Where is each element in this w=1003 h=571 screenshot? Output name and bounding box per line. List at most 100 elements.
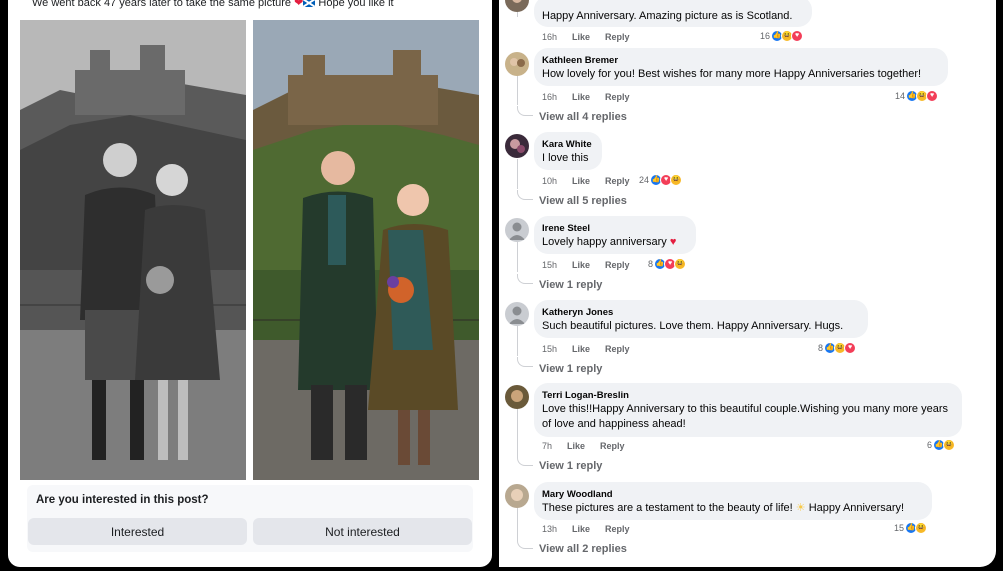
- comment-time[interactable]: 13h: [542, 524, 557, 534]
- not-interested-button[interactable]: Not interested: [253, 518, 472, 545]
- default-avatar-icon[interactable]: [505, 218, 529, 242]
- like-link[interactable]: Like: [572, 524, 590, 534]
- post-caption: We went back 47 years later to take the …: [32, 0, 394, 9]
- reaction-summary[interactable]: 24 👍 ♥ 😆: [639, 174, 683, 186]
- comment-time[interactable]: 15h: [542, 344, 557, 354]
- scotland-flag-icon: [303, 0, 316, 8]
- interest-survey: Are you interested in this post? Interes…: [27, 485, 473, 552]
- reaction-summary[interactable]: 14 👍 😆 ♥: [895, 90, 939, 102]
- reply-link[interactable]: Reply: [605, 32, 630, 42]
- reply-link[interactable]: Reply: [605, 344, 630, 354]
- avatar[interactable]: [505, 484, 529, 508]
- like-link[interactable]: Like: [567, 441, 585, 451]
- reaction-summary[interactable]: 8 👍 😆 ♥: [818, 342, 857, 354]
- heart-emoji: ❤: [294, 0, 304, 9]
- reaction-summary[interactable]: 16 👍 😆 ♥: [760, 30, 804, 42]
- haha-icon: 😆: [674, 258, 687, 270]
- avatar[interactable]: [505, 52, 529, 76]
- comment-author[interactable]: Terri Logan-Breslin: [542, 390, 954, 402]
- like-link[interactable]: Like: [572, 344, 590, 354]
- view-replies-link[interactable]: View all 2 replies: [539, 543, 627, 555]
- comment-time[interactable]: 15h: [542, 260, 557, 270]
- comment-bubble: Terri Logan-Breslin Love this!!Happy Ann…: [534, 383, 962, 437]
- comment-time[interactable]: 7h: [542, 441, 552, 451]
- like-link[interactable]: Like: [572, 92, 590, 102]
- comment-author[interactable]: Katheryn Jones: [542, 307, 860, 319]
- reaction-count: 14: [895, 91, 906, 101]
- sun-emoji: ☀: [795, 502, 806, 514]
- comment-bubble: Kara White I love this: [534, 132, 602, 170]
- view-replies-link[interactable]: View 1 reply: [539, 363, 602, 375]
- comment-text: These pictures are a testament to the be…: [542, 501, 924, 516]
- reaction-summary[interactable]: 15 👍 😆: [894, 522, 928, 534]
- comment-meta: 15h Like Reply: [542, 260, 630, 270]
- post-caption-text: We went back 47 years later to take the …: [32, 0, 292, 9]
- avatar[interactable]: [505, 385, 529, 409]
- comment-meta: 10h Like Reply: [542, 176, 630, 186]
- thread-line: [517, 75, 518, 105]
- heart-emoji: ♥: [669, 236, 677, 248]
- comment-meta: 16h Like Reply: [542, 32, 630, 42]
- post-panel: We went back 47 years later to take the …: [8, 0, 492, 567]
- view-replies-link[interactable]: View 1 reply: [539, 460, 602, 472]
- thread-connector: [517, 106, 533, 116]
- comment-text: Such beautiful pictures. Love them. Happ…: [542, 320, 844, 332]
- photo-before[interactable]: [20, 20, 246, 480]
- comment-text: Love this!!Happy Anniversary to this bea…: [542, 403, 948, 430]
- comment-bubble: Happy Anniversary. Amazing picture as is…: [534, 0, 812, 27]
- reaction-summary[interactable]: 8 👍 ♥ 😆: [648, 258, 687, 270]
- comment-meta: 16h Like Reply: [542, 92, 630, 102]
- reaction-summary[interactable]: 6 👍 😆: [927, 439, 956, 451]
- reaction-count: 8: [818, 343, 824, 353]
- comment-author[interactable]: Kara White: [542, 139, 594, 151]
- like-link[interactable]: Like: [572, 32, 590, 42]
- comments-panel: Happy Anniversary. Amazing picture as is…: [499, 0, 996, 567]
- comment-author[interactable]: Irene Steel: [542, 223, 688, 235]
- love-icon: ♥: [844, 342, 857, 354]
- thread-connector: [517, 190, 533, 200]
- like-link[interactable]: Like: [572, 260, 590, 270]
- post-caption-tail: Hope you like it: [318, 0, 394, 9]
- comment-time[interactable]: 10h: [542, 176, 557, 186]
- thread-connector: [517, 274, 533, 284]
- thread-line: [517, 326, 518, 356]
- comment-meta: 13h Like Reply: [542, 524, 630, 534]
- default-avatar-icon[interactable]: [505, 302, 529, 326]
- thread-connector: [517, 357, 533, 367]
- comment-text: Lovely happy anniversary ♥: [542, 235, 688, 250]
- comment-author[interactable]: Kathleen Bremer: [542, 55, 940, 67]
- view-replies-link[interactable]: View 1 reply: [539, 279, 602, 291]
- reaction-count: 24: [639, 175, 650, 185]
- like-link[interactable]: Like: [572, 176, 590, 186]
- avatar[interactable]: [505, 134, 529, 158]
- comment-text-body: These pictures are a testament to the be…: [542, 502, 793, 514]
- comment-author[interactable]: Mary Woodland: [542, 489, 924, 501]
- love-icon: ♥: [926, 90, 939, 102]
- photo-after[interactable]: [253, 20, 479, 480]
- view-replies-link[interactable]: View all 4 replies: [539, 111, 627, 123]
- reaction-count: 6: [927, 440, 933, 450]
- comment-text-tail: Happy Anniversary!: [808, 502, 905, 514]
- comment-bubble: Katheryn Jones Such beautiful pictures. …: [534, 300, 868, 338]
- reply-link[interactable]: Reply: [600, 441, 625, 451]
- haha-icon: 😆: [915, 522, 928, 534]
- reply-link[interactable]: Reply: [605, 260, 630, 270]
- reply-link[interactable]: Reply: [605, 92, 630, 102]
- reply-link[interactable]: Reply: [605, 176, 630, 186]
- thread-connector: [517, 456, 533, 466]
- haha-icon: 😆: [943, 439, 956, 451]
- love-icon: ♥: [791, 30, 804, 42]
- thread-line: [517, 159, 518, 189]
- comment-meta: 7h Like Reply: [542, 441, 625, 451]
- interested-button[interactable]: Interested: [28, 518, 247, 545]
- avatar[interactable]: [505, 0, 529, 12]
- comment-time[interactable]: 16h: [542, 92, 557, 102]
- thread-line: [517, 408, 518, 456]
- comment-bubble: Mary Woodland These pictures are a testa…: [534, 482, 932, 520]
- reply-link[interactable]: Reply: [605, 524, 630, 534]
- comment-meta: 15h Like Reply: [542, 344, 630, 354]
- view-replies-link[interactable]: View all 5 replies: [539, 195, 627, 207]
- comment-text-body: Lovely happy anniversary: [542, 236, 667, 248]
- comment-time[interactable]: 16h: [542, 32, 557, 42]
- thread-line: [517, 507, 518, 539]
